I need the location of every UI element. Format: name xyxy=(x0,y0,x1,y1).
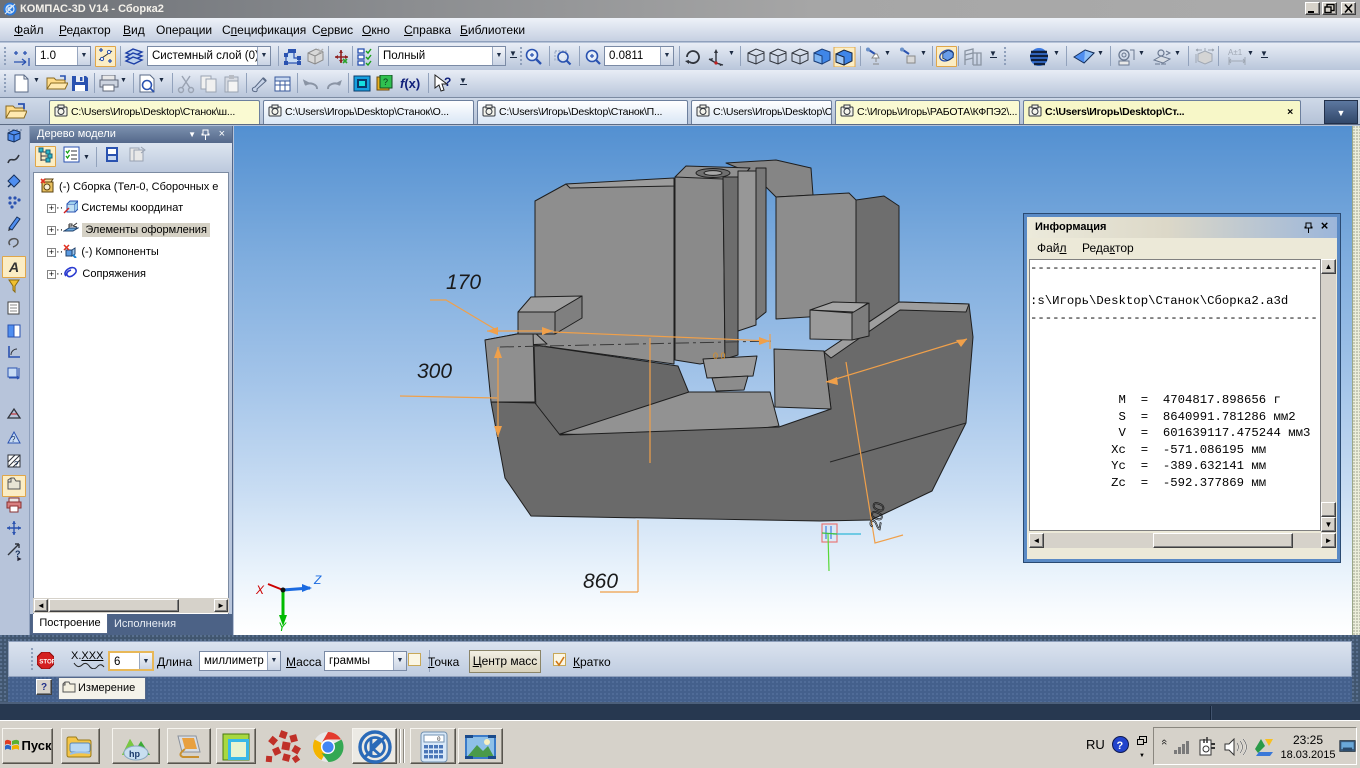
svg-text:A±1: A±1 xyxy=(1228,48,1243,57)
svg-text:STOP: STOP xyxy=(39,659,54,666)
svg-text:?: ? xyxy=(14,460,19,469)
svg-text:hp: hp xyxy=(129,749,140,759)
svg-text:0 0: 0 0 xyxy=(713,351,726,361)
svg-text:?: ? xyxy=(11,435,16,444)
svg-text:Y: Y xyxy=(278,620,287,634)
svg-text:?: ? xyxy=(1117,740,1124,752)
svg-text:?: ? xyxy=(444,75,451,89)
svg-text:0: 0 xyxy=(437,736,441,743)
svg-text:Z: Z xyxy=(313,573,322,587)
svg-text:200: 200 xyxy=(867,501,889,531)
svg-text:170: 170 xyxy=(446,271,481,294)
svg-text:?: ? xyxy=(383,77,388,87)
svg-text:860: 860 xyxy=(583,570,618,593)
svg-text:X: X xyxy=(255,583,265,597)
svg-text:300: 300 xyxy=(417,360,452,383)
